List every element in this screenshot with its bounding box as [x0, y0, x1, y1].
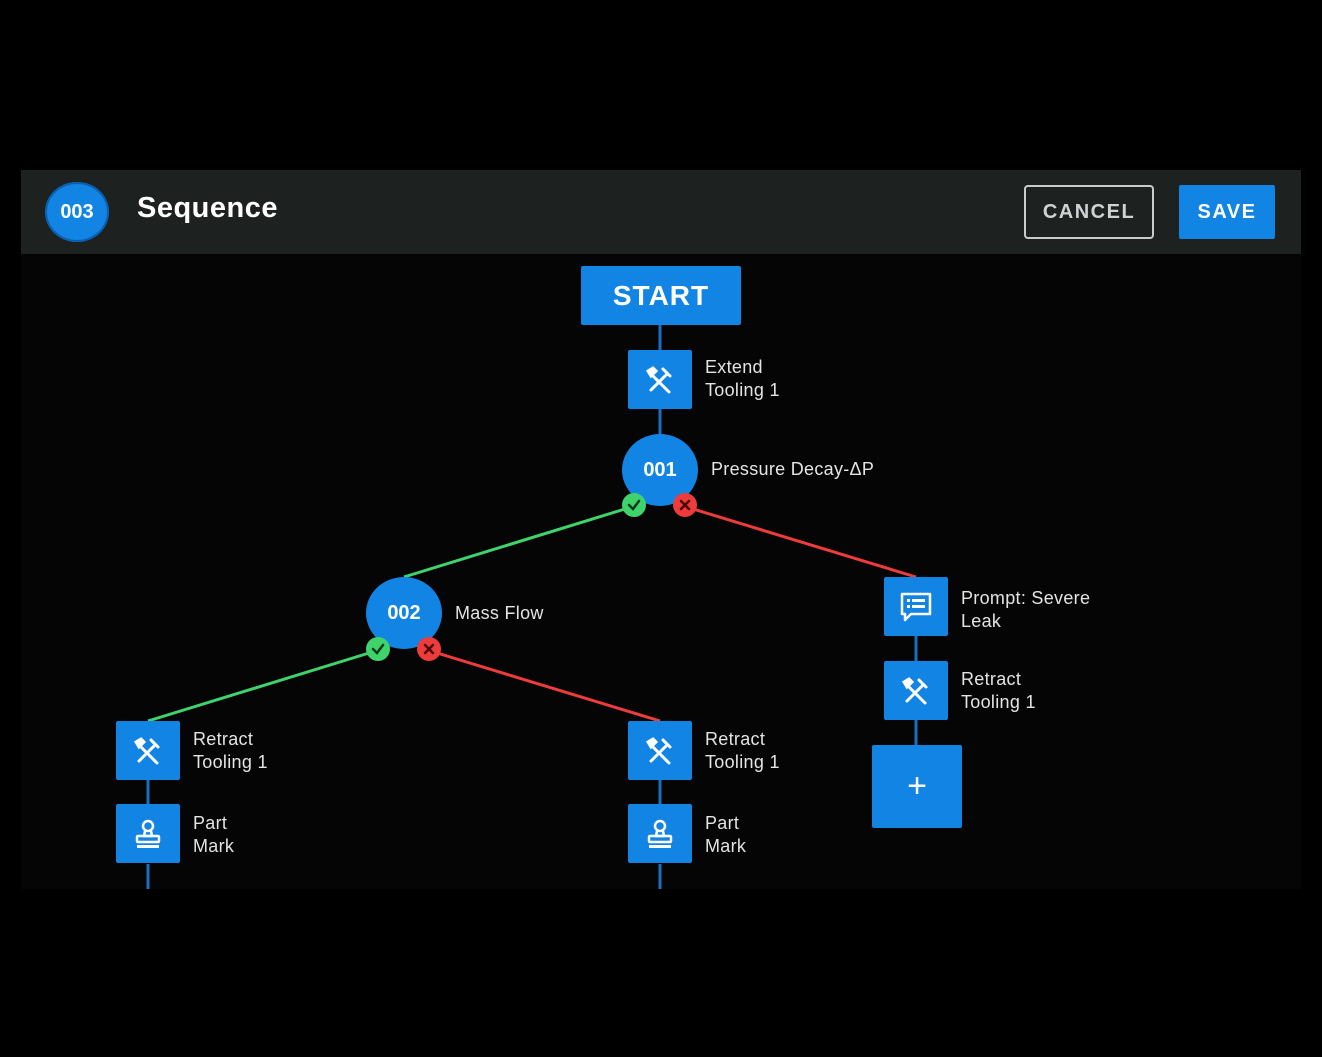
retract-tooling-step[interactable]	[884, 661, 948, 720]
extend-tooling-step[interactable]	[628, 350, 692, 409]
fail-x-icon	[673, 493, 697, 517]
part-mark-label: Part Mark	[193, 813, 235, 856]
retract-tooling-label: Retract Tooling 1	[961, 669, 1036, 712]
pass-check-icon	[366, 637, 390, 661]
retract-tooling-step[interactable]	[628, 721, 692, 780]
sequence-editor-screen: 003 Sequence CANCEL SAVE START Extend To…	[21, 170, 1301, 889]
pass-branch-test002	[147, 651, 370, 723]
retract-tooling-step[interactable]	[116, 721, 180, 780]
test-001-label: Pressure Decay-ΔP	[711, 459, 875, 479]
part-mark-label: Part Mark	[705, 813, 747, 856]
tools-icon	[645, 365, 672, 393]
fail-branch-test002	[436, 651, 661, 723]
stamp-icon	[647, 819, 673, 848]
fail-x-icon	[417, 637, 441, 661]
test-002-label: Mass Flow	[455, 603, 544, 623]
fail-branch-test001	[692, 507, 917, 579]
prompt-severe-leak-step[interactable]	[884, 577, 948, 636]
pass-check-icon	[622, 493, 646, 517]
message-icon	[900, 592, 932, 621]
header-bar: 003 Sequence CANCEL SAVE	[21, 170, 1301, 254]
part-mark-step[interactable]	[116, 804, 180, 863]
extend-tooling-label: Extend Tooling 1	[705, 357, 780, 400]
retract-tooling-label: Retract Tooling 1	[705, 729, 780, 772]
page-title: Sequence	[137, 192, 278, 224]
stamp-icon	[135, 819, 161, 848]
prompt-severe-leak-label: Prompt: Severe Leak	[961, 588, 1091, 631]
cancel-button[interactable]: CANCEL	[1024, 185, 1154, 239]
sequence-number-badge: 003	[45, 182, 109, 242]
save-button[interactable]: SAVE	[1179, 185, 1275, 239]
retract-tooling-label: Retract Tooling 1	[193, 729, 268, 772]
add-step-button[interactable]: +	[872, 745, 962, 828]
start-node[interactable]: START	[581, 266, 741, 325]
pass-branch-test001	[403, 507, 626, 579]
part-mark-step[interactable]	[628, 804, 692, 863]
tools-icon	[901, 676, 928, 704]
tools-icon	[645, 736, 672, 764]
tools-icon	[133, 736, 160, 764]
